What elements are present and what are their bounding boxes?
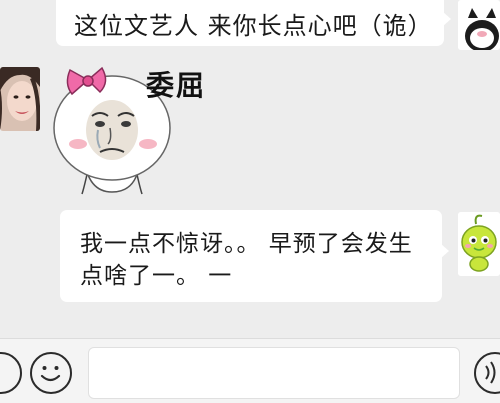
message-line-2: 点啥了一。 一 (80, 263, 233, 289)
voice-icon (485, 361, 496, 384)
input-bar (0, 338, 500, 403)
message-bubble-1[interactable]: 这位文艺人 来你长点心吧（诡） (56, 0, 451, 46)
girl-photo-icon (0, 67, 40, 131)
more-button[interactable] (0, 352, 22, 394)
avatar-cat[interactable] (458, 0, 500, 50)
message-line-1: 我一点不惊讶。。 早预了会发生 (80, 231, 413, 257)
avatar-green-cartoon[interactable] (458, 212, 500, 276)
message-bubble-3[interactable]: 我一点不惊讶。。 早预了会发生 点啥了一。 一 (60, 210, 449, 302)
message-text-1: 这位文艺人 来你长点心吧（诡） (74, 12, 433, 40)
sticker-caption: 委屈 (146, 69, 207, 102)
voice-button[interactable] (474, 352, 500, 394)
emoji-button[interactable] (30, 352, 72, 394)
green-cartoon-icon (458, 212, 500, 276)
emoji-icon (40, 366, 61, 382)
avatar-girl[interactable] (0, 67, 40, 131)
chat-area: 这位文艺人 来你长点心吧（诡） 委屈 我一点不惊讶。。 早预了会发生 点啥了一。… (0, 0, 500, 338)
message-input[interactable] (88, 347, 460, 399)
cat-icon (458, 0, 500, 50)
